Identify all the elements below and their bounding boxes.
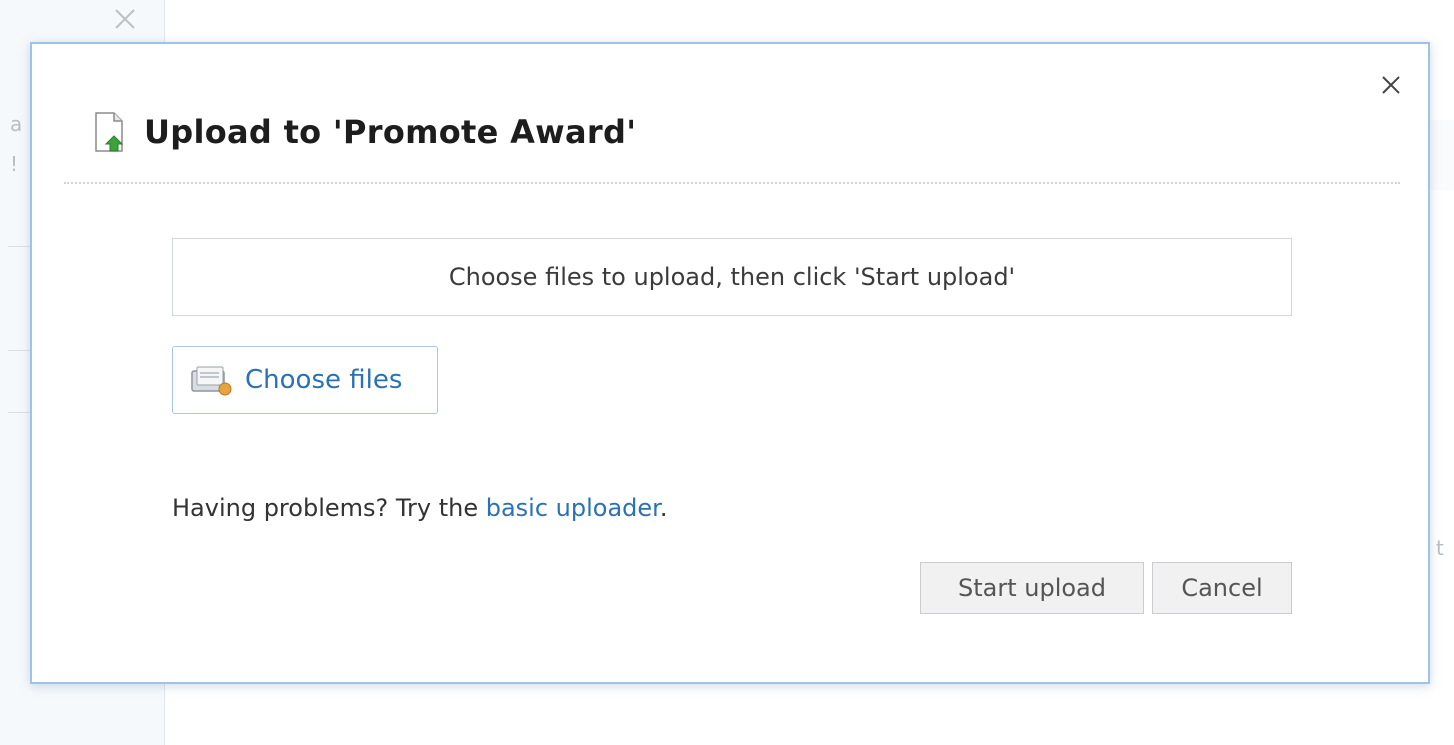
header-divider bbox=[64, 182, 1400, 184]
choose-files-button[interactable]: Choose files bbox=[172, 346, 438, 414]
background-text-fragment: t bbox=[1436, 536, 1444, 560]
choose-files-label: Choose files bbox=[245, 365, 403, 395]
background-text-fragment: a bbox=[10, 112, 23, 136]
help-text: Having problems? Try the basic uploader. bbox=[172, 494, 667, 522]
upload-dialog: Upload to 'Promote Award' Choose files t… bbox=[30, 42, 1430, 684]
help-text-prefix: Having problems? Try the bbox=[172, 494, 486, 522]
upload-document-icon bbox=[95, 112, 124, 152]
drop-zone-text: Choose files to upload, then click 'Star… bbox=[448, 263, 1016, 291]
close-icon[interactable] bbox=[1378, 72, 1404, 98]
background-panel-edge bbox=[1428, 120, 1454, 190]
dialog-title: Upload to 'Promote Award' bbox=[144, 113, 637, 151]
start-upload-button[interactable]: Start upload bbox=[920, 562, 1144, 614]
file-folder-icon bbox=[191, 366, 232, 396]
dialog-header: Upload to 'Promote Award' bbox=[92, 106, 636, 158]
background-close-icon bbox=[115, 9, 135, 29]
start-upload-label: Start upload bbox=[958, 574, 1106, 602]
background-text-fragment: ! bbox=[10, 152, 19, 176]
upload-drop-zone[interactable]: Choose files to upload, then click 'Star… bbox=[172, 238, 1292, 316]
help-text-suffix: . bbox=[659, 494, 668, 522]
cancel-button[interactable]: Cancel bbox=[1152, 562, 1292, 614]
basic-uploader-link[interactable]: basic uploader bbox=[486, 494, 660, 522]
cancel-label: Cancel bbox=[1181, 574, 1263, 602]
